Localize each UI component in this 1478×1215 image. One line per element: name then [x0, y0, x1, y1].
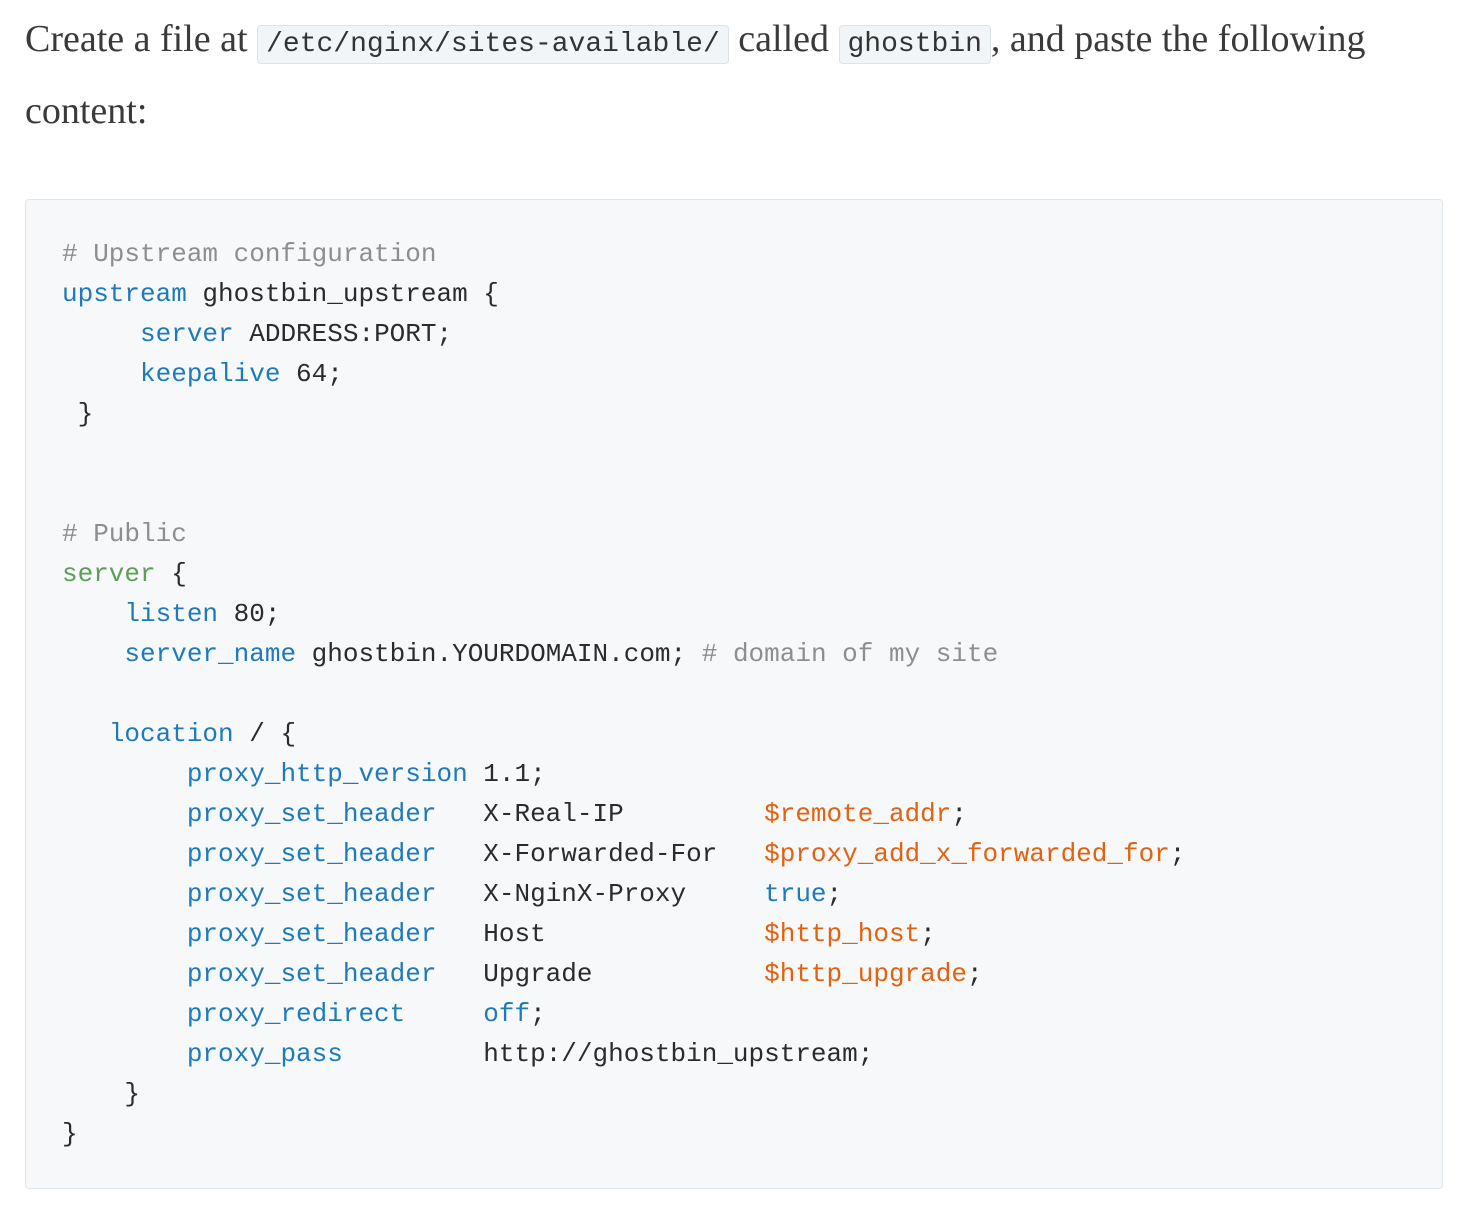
code-token-keyword: server_name: [124, 639, 297, 669]
code-token-comment: # Upstream configuration: [62, 239, 437, 269]
code-token-text: 1.1;: [467, 759, 546, 789]
code-line: # Public: [62, 514, 1185, 554]
code-token-comment: # Public: [62, 519, 187, 549]
code-token-variable: $http_upgrade: [764, 959, 967, 989]
code-line: upstream ghostbin_upstream {: [62, 274, 1185, 314]
code-token-text: ;: [530, 999, 546, 1029]
code-token-text: Upgrade: [436, 959, 765, 989]
inline-code-path: /etc/nginx/sites-available/: [257, 25, 729, 64]
code-token-text: X-Forwarded-For: [436, 839, 765, 869]
code-line: proxy_redirect off;: [62, 994, 1185, 1034]
code-token-text: }: [62, 399, 94, 429]
code-token-block-keyword: server: [62, 559, 156, 589]
code-token-keyword: proxy_set_header: [186, 919, 437, 949]
code-block: # Upstream configuration upstream ghostbi…: [25, 199, 1443, 1189]
code-line: proxy_set_header X-Forwarded-For $proxy_…: [62, 834, 1186, 874]
code-token-keyword: true: [764, 879, 827, 909]
code-line: }: [62, 1074, 1185, 1114]
code-token-text: }: [62, 1119, 78, 1149]
code-line: proxy_set_header Upgrade $http_upgrade;: [62, 954, 1185, 994]
intro-text-1: Create a file at: [25, 18, 258, 60]
code-line: # Upstream configuration: [62, 234, 1185, 274]
code-line: proxy_set_header Host $http_host;: [62, 914, 1185, 954]
code-line: }: [62, 1114, 1185, 1154]
code-line: proxy_set_header X-Real-IP $remote_addr;: [62, 794, 1185, 834]
code-token-variable: $remote_addr: [764, 799, 952, 829]
code-token-variable: $http_host: [764, 919, 921, 949]
code-token-text: ADDRESS:PORT;: [233, 319, 453, 349]
code-token-keyword: upstream: [62, 279, 187, 309]
code-token-keyword: listen: [124, 599, 219, 629]
code-line: proxy_set_header X-NginX-Proxy true;: [62, 874, 1185, 914]
code-line: location / {: [62, 714, 1185, 754]
code-token-keyword: proxy_set_header: [186, 879, 437, 909]
inline-code-filename: ghostbin: [838, 25, 991, 64]
code-token-keyword: proxy_http_version: [186, 759, 468, 789]
code-token-text: ;: [826, 879, 843, 909]
intro-paragraph: Create a file at /etc/nginx/sites-availa…: [25, 6, 1445, 144]
intro-text-2: called: [728, 18, 839, 60]
code-token-text: 64;: [280, 359, 343, 389]
code-token-keyword: proxy_redirect: [186, 999, 406, 1029]
code-token-variable: $proxy_add_x_forwarded_for: [764, 839, 1170, 869]
code-line: listen 80;: [62, 594, 1185, 634]
code-line: }: [62, 394, 1185, 434]
code-line: proxy_pass http://ghostbin_upstream;: [62, 1034, 1185, 1074]
code-token-keyword: off: [483, 999, 531, 1029]
code-token-keyword: proxy_set_header: [186, 839, 437, 869]
code-token-keyword: server: [140, 319, 234, 349]
code-token-text: X-NginX-Proxy: [436, 879, 765, 909]
code-token-keyword: proxy_pass: [186, 1039, 343, 1069]
code-line: server {: [62, 554, 1185, 594]
code-token-text: ghostbin.YOURDOMAIN.com;: [296, 639, 702, 669]
code-token-text: ghostbin_upstream {: [186, 279, 499, 309]
code-token-text: http://ghostbin_upstream;: [342, 1039, 874, 1069]
nginx-config-code: # Upstream configuration upstream ghostbi…: [62, 234, 1185, 1154]
code-token-text: ;: [1169, 839, 1186, 869]
code-line: server_name ghostbin.YOURDOMAIN.com; # d…: [62, 634, 1185, 674]
code-token-text: }: [62, 1079, 141, 1109]
code-line: proxy_http_version 1.1;: [62, 754, 1185, 794]
code-token-text: ;: [951, 799, 967, 829]
code-token-keyword: proxy_set_header: [186, 799, 437, 829]
code-token-comment: # domain of my site: [701, 639, 999, 669]
code-line: server ADDRESS:PORT;: [62, 314, 1185, 354]
code-token-keyword: keepalive: [140, 359, 281, 389]
code-token-text: ;: [966, 959, 983, 989]
code-line: keepalive 64;: [62, 354, 1185, 394]
code-token-text: X-Real-IP: [436, 799, 765, 829]
code-token-text: ;: [920, 919, 936, 949]
code-token-keyword: proxy_set_header: [186, 959, 437, 989]
code-token-text: Host: [436, 919, 765, 949]
code-token-text: / {: [233, 719, 297, 749]
code-token-text: {: [155, 559, 187, 589]
code-token-keyword: location: [108, 719, 234, 749]
code-token-text: 80;: [218, 599, 281, 629]
